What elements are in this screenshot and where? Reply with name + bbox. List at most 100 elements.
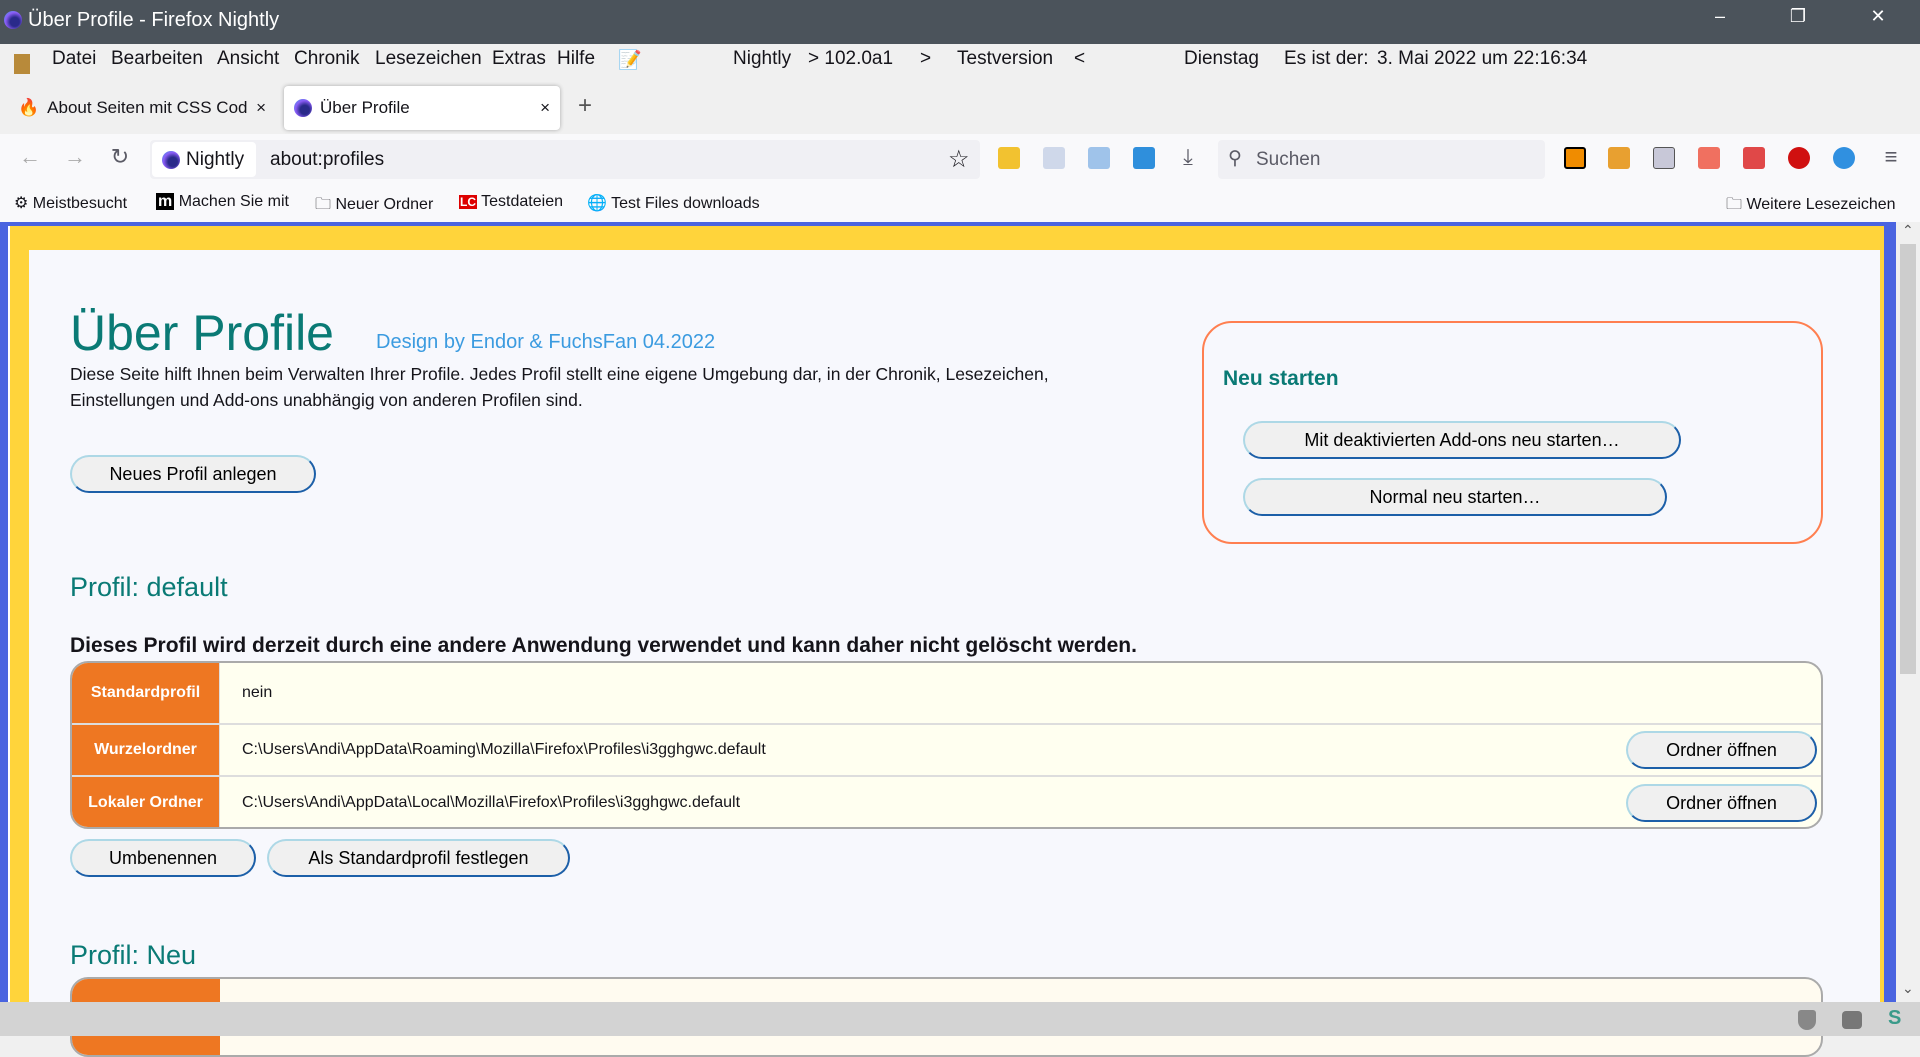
open-folder-icon[interactable] [998, 147, 1020, 169]
download-icon[interactable]: ⤓ [1173, 144, 1203, 170]
profile-default-table: Standardprofil nein Wurzelordner C:\User… [70, 661, 1823, 829]
restore-button[interactable]: ❐ [1778, 6, 1818, 27]
ublock-icon[interactable] [1798, 1010, 1816, 1030]
search-input[interactable]: ⚲ Suchen [1218, 140, 1545, 179]
tab-bar: 🔥 About Seiten mit CSS Code × Über Profi… [0, 86, 1920, 134]
app-name: Nightly [733, 48, 792, 69]
tab-close-icon[interactable]: × [256, 98, 266, 118]
stylus-icon[interactable]: S [1888, 1007, 1901, 1030]
folder-icon[interactable] [1133, 147, 1155, 169]
bookmark-label: Meistbesucht [32, 195, 128, 212]
bookmark-star-icon[interactable]: ☆ [948, 145, 970, 174]
version: > 102.0a1 [808, 48, 894, 69]
menu-datei[interactable]: Datei [52, 48, 96, 70]
tab-ueber-profile[interactable]: Über Profile × [284, 86, 560, 130]
profile-neu-heading: Profil: Neu [70, 940, 197, 970]
other-bookmarks[interactable]: 🗀 Weitere Lesezeichen [1726, 193, 1896, 220]
bookmark-testdateien[interactable]: LC Testdateien [459, 193, 563, 211]
zip-icon[interactable] [14, 54, 30, 74]
ghostery-icon[interactable] [1842, 1011, 1862, 1029]
nightly-logo-icon [4, 11, 22, 29]
tab-label: About Seiten mit CSS Code [47, 98, 249, 117]
credit: Design by Endor & FuchsFan 04.2022 [376, 331, 716, 353]
close-window-button[interactable]: ✕ [1858, 6, 1898, 27]
set-default-button[interactable]: Als Standardprofil festlegen [267, 839, 570, 877]
sep-lt: < [1074, 48, 1086, 69]
bookmark-meistbesucht[interactable]: ⚙ Meistbesucht [14, 193, 127, 213]
calendar-icon[interactable] [1043, 147, 1065, 169]
intro-line-1: Diese Seite hilft Ihnen beim Verwalten I… [70, 364, 1049, 384]
date-label: Es ist der: [1284, 48, 1369, 69]
url-bar[interactable]: Nightly about:profiles ☆ [150, 140, 980, 179]
open-local-folder-button[interactable]: Ordner öffnen [1626, 784, 1817, 822]
menu-ansicht[interactable]: Ansicht [217, 48, 279, 70]
row-value: C:\Users\Andi\AppData\Local\Mozilla\Fire… [242, 794, 741, 811]
table-row: Standardprofil nein [72, 663, 1821, 725]
row-label: Standardprofil [72, 663, 220, 723]
w3c-validator-icon[interactable] [1088, 147, 1110, 169]
search-icon: ⚲ [1228, 148, 1242, 169]
scrollbar[interactable]: ⌃ ⌄ [1896, 222, 1920, 1002]
nightly-icon [294, 99, 312, 117]
bookmark-label: Machen Sie mit [178, 193, 289, 210]
tab-label: Über Profile [320, 98, 410, 117]
menu-chronik[interactable]: Chronik [294, 48, 359, 70]
tab-close-icon[interactable]: × [540, 98, 550, 118]
identity-box[interactable]: Nightly [152, 142, 256, 177]
reload-button[interactable]: ↻ [105, 144, 135, 170]
rename-button[interactable]: Umbenennen [70, 839, 256, 877]
sync-icon[interactable] [1833, 147, 1855, 169]
title-bar: Über Profile - Firefox Nightly – ❐ ✕ [0, 0, 1920, 44]
bookmark-label: Testdateien [481, 193, 563, 210]
identity-label: Nightly [186, 148, 245, 170]
weekday: Dienstag [1184, 48, 1259, 69]
bookmark-label: Weitere Lesezeichen [1746, 196, 1896, 213]
status-bar: S [0, 1002, 1920, 1036]
menu-lesezeichen[interactable]: Lesezeichen [375, 48, 482, 70]
v-icon[interactable] [1653, 147, 1675, 169]
new-profile-button[interactable]: Neues Profil anlegen [70, 455, 316, 493]
vivaldi-icon[interactable] [1788, 147, 1810, 169]
scroll-up-icon[interactable]: ⌃ [1902, 222, 1914, 239]
search-placeholder: Suchen [1256, 149, 1321, 170]
menu-bearbeiten[interactable]: Bearbeiten [111, 48, 203, 70]
scroll-down-icon[interactable]: ⌄ [1902, 980, 1914, 997]
notepad-icon[interactable]: 📝 [618, 48, 642, 72]
restart-normal-button[interactable]: Normal neu starten… [1243, 478, 1667, 516]
back-button[interactable]: ← [15, 144, 45, 170]
bookmark-test-files[interactable]: 🌐 Test Files downloads [587, 193, 760, 213]
restart-heading: Neu starten [1223, 367, 1339, 390]
sep-gt: > [920, 48, 932, 69]
search-ext-icon[interactable] [1564, 147, 1586, 169]
page-title: Über Profile [70, 305, 334, 361]
profile-in-use-warning: Dieses Profil wird derzeit durch eine an… [70, 634, 1137, 657]
row-label: Lokaler Ordner [72, 777, 220, 827]
tab-about-seiten[interactable]: 🔥 About Seiten mit CSS Code × [8, 86, 276, 130]
restart-safe-mode-button[interactable]: Mit deaktivierten Add-ons neu starten… [1243, 421, 1681, 459]
bookmark-label: Test Files downloads [611, 195, 760, 212]
menu-extras[interactable]: Extras [492, 48, 546, 70]
bookmark-machen-sie-mit[interactable]: m Machen Sie mit [156, 193, 289, 211]
open-root-folder-button[interactable]: Ordner öffnen [1626, 731, 1817, 769]
bookmark-label: Neuer Ordner [335, 196, 434, 213]
minimize-button[interactable]: – [1700, 6, 1740, 27]
bookmarks-bar: ⚙ Meistbesucht m Machen Sie mit 🗀 Neuer … [0, 185, 1920, 222]
channel: Testversion [957, 48, 1054, 69]
restart-box: Neu starten Mit deaktivierten Add-ons ne… [1202, 321, 1823, 544]
url-text[interactable]: about:profiles [270, 149, 384, 171]
date-time: 3. Mai 2022 um 22:16:34 [1377, 48, 1588, 69]
intro-line-2: Einstellungen und Add-ons unabhängig von… [70, 390, 583, 410]
scroll-thumb[interactable] [1900, 244, 1916, 674]
scroll-icon[interactable] [1698, 147, 1720, 169]
table-row: Lokaler Ordner C:\Users\Andi\AppData\Loc… [72, 777, 1821, 827]
page-body: Über Profile Design by Endor & FuchsFan … [29, 250, 1880, 1057]
forward-button[interactable]: → [60, 144, 90, 170]
app-menu-button[interactable]: ≡ [1876, 144, 1906, 170]
bookmark-neuer-ordner[interactable]: 🗀 Neuer Ordner [315, 193, 433, 220]
menu-hilfe[interactable]: Hilfe [557, 48, 595, 70]
css-icon[interactable] [1608, 147, 1630, 169]
window-title: Über Profile - Firefox Nightly [28, 9, 280, 31]
table-row: Wurzelordner C:\Users\Andi\AppData\Roami… [72, 725, 1821, 777]
new-tab-button[interactable]: + [578, 92, 592, 120]
edit-icon[interactable] [1743, 147, 1765, 169]
